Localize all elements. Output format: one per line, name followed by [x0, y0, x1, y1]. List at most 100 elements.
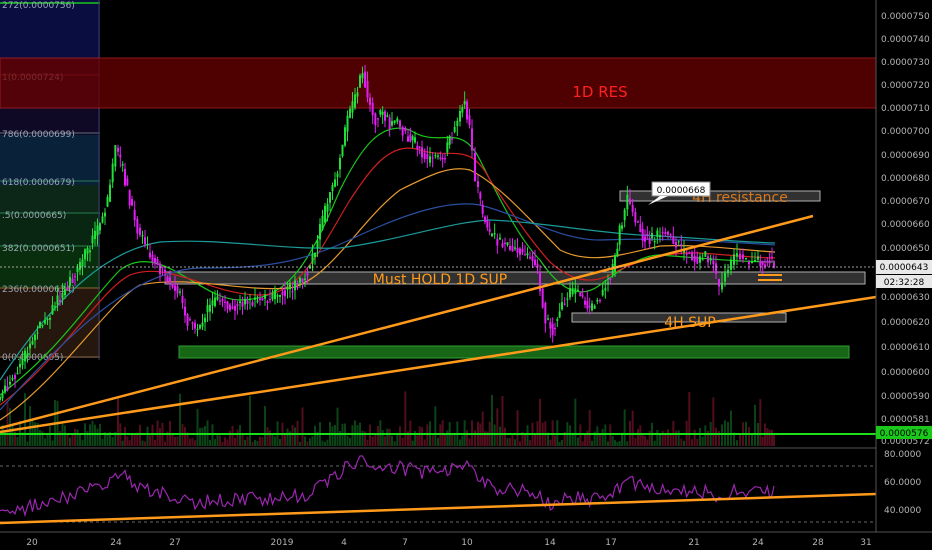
candle-body	[563, 303, 566, 305]
candle-body	[399, 120, 401, 127]
volume-bar	[234, 437, 236, 446]
candle-body	[14, 375, 16, 379]
candle-body	[396, 118, 399, 122]
candle-body	[114, 145, 117, 167]
candle-body	[669, 234, 672, 236]
candle-body	[66, 288, 69, 290]
candle-body	[64, 289, 66, 296]
candle-body	[661, 231, 664, 234]
candle-body	[329, 192, 331, 203]
candle-body	[199, 324, 201, 329]
candle-body	[4, 385, 6, 393]
candle-body	[479, 192, 482, 199]
volume-bar	[264, 405, 266, 446]
volume-bar	[623, 409, 626, 446]
candle-body	[156, 258, 159, 266]
green-price-value: 0.0000576	[880, 429, 929, 439]
candle-body	[588, 306, 591, 308]
candle-body	[421, 147, 423, 158]
volume-bar	[374, 434, 377, 446]
volume-bar	[176, 436, 179, 446]
volume-bar	[653, 440, 656, 446]
rsi-axis[interactable]: 80.0000 60.0000 40.0000	[884, 450, 921, 516]
candle-body	[409, 134, 412, 142]
volume-bar	[529, 440, 531, 446]
price-tick-label: 0.0000650	[881, 244, 930, 254]
candle-body	[264, 294, 266, 299]
price-tick-label: 0.0000700	[881, 127, 930, 137]
candle-body	[261, 298, 264, 301]
candle-body	[486, 220, 489, 228]
candle-body	[499, 237, 501, 240]
candle-body	[724, 272, 726, 282]
candle-body	[439, 157, 442, 159]
candle-body	[718, 278, 720, 287]
candle-body	[416, 145, 419, 150]
candle-body	[189, 319, 191, 321]
candle-body	[541, 288, 544, 308]
volume-bar	[309, 438, 311, 446]
volume-bar	[721, 424, 723, 446]
price-tick-label: 0.0000600	[881, 368, 930, 378]
candle-body	[437, 155, 439, 157]
volume-bar	[626, 441, 629, 446]
candle-body	[281, 291, 284, 296]
candle-body	[301, 278, 304, 283]
volume-bar	[388, 428, 391, 446]
volume-bar	[453, 433, 456, 446]
candle-body	[46, 318, 49, 321]
volume-bar	[16, 437, 19, 446]
volume-bar	[693, 429, 696, 446]
candle-body	[246, 300, 249, 304]
volume-bar	[641, 434, 644, 446]
candle-body	[194, 322, 196, 329]
candle-body	[174, 285, 176, 291]
volume-bar	[81, 439, 84, 446]
candle-body	[644, 236, 646, 242]
candle-body	[229, 304, 231, 311]
candle-body	[44, 320, 46, 324]
volume-bar	[141, 440, 144, 446]
volume-bar	[121, 440, 124, 446]
candle-body	[179, 291, 181, 293]
candle-body	[86, 248, 89, 254]
candle-body	[351, 101, 354, 113]
candle-body	[388, 117, 391, 129]
time-tick-label: 14	[544, 538, 556, 548]
trading-chart[interactable]: 272(0.0000756)1(0.0000724)786(0.0000699)…	[0, 0, 932, 550]
volume-bar	[211, 424, 214, 446]
volume-bar	[669, 434, 672, 446]
volume-bar	[79, 434, 81, 446]
candle-body	[16, 373, 19, 375]
volume-bar	[304, 436, 306, 446]
volume-bar	[656, 429, 659, 446]
volume-bar	[461, 435, 464, 446]
countdown-value: 02:32:28	[884, 278, 925, 288]
volume-bar	[549, 439, 552, 446]
volume-bar	[599, 434, 601, 446]
volume-bar	[149, 435, 151, 446]
candle-body	[429, 156, 431, 163]
volume-bar	[588, 409, 591, 446]
time-tick-label: 28	[812, 538, 824, 548]
volume-bar	[249, 395, 251, 446]
candle-body	[339, 157, 341, 170]
volume-bar	[349, 437, 351, 446]
volume-bar	[221, 441, 224, 446]
volume-bar	[759, 399, 762, 446]
time-tick-label: 31	[860, 538, 871, 548]
volume-bar	[739, 433, 741, 446]
volume-bar	[346, 435, 349, 446]
volume-bar	[381, 430, 384, 446]
candle-body	[286, 286, 289, 290]
candle-body	[169, 277, 171, 284]
volume-bar	[194, 440, 196, 446]
candle-body	[334, 179, 336, 187]
volume-bar	[111, 437, 114, 446]
candle-body	[369, 97, 371, 105]
volume-bar	[301, 407, 304, 446]
volume-bar	[712, 397, 715, 446]
candle-body	[271, 293, 274, 300]
price-tick-label: 0.0000620	[881, 318, 930, 328]
candle-body	[459, 110, 461, 122]
